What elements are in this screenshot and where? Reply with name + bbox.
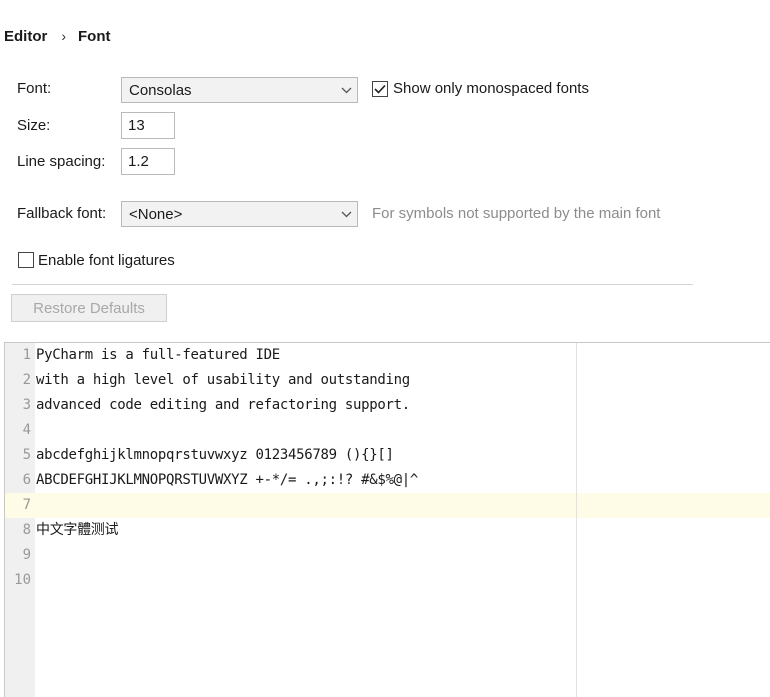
line-number: 8 bbox=[22, 522, 31, 538]
editor-line[interactable]: 3 advanced code editing and refactoring s… bbox=[5, 393, 770, 418]
monospaced-label[interactable]: Show only monospaced fonts bbox=[393, 80, 589, 97]
chevron-down-icon bbox=[335, 211, 357, 218]
line-spacing-input[interactable]: 1.2 bbox=[121, 148, 175, 175]
editor-line[interactable]: 1 PyCharm is a full-featured IDE bbox=[5, 343, 770, 368]
line-number: 4 bbox=[22, 422, 31, 438]
line-text: with a high level of usability and outst… bbox=[36, 372, 410, 388]
fallback-font-label: Fallback font: bbox=[17, 205, 107, 222]
right-margin-guide bbox=[576, 343, 577, 697]
line-spacing-label: Line spacing: bbox=[17, 153, 106, 170]
editor-line[interactable]: 7 bbox=[5, 493, 770, 518]
restore-defaults-button[interactable]: Restore Defaults bbox=[11, 294, 167, 322]
editor-line[interactable]: 9 bbox=[5, 543, 770, 568]
fallback-font-value: <None> bbox=[129, 205, 183, 223]
size-input[interactable]: 13 bbox=[121, 112, 175, 139]
editor-line[interactable]: 8 中文字體测试 bbox=[5, 518, 770, 543]
fallback-font-dropdown[interactable]: <None> bbox=[121, 201, 358, 227]
line-text: advanced code editing and refactoring su… bbox=[36, 397, 410, 413]
line-text: PyCharm is a full-featured IDE bbox=[36, 347, 280, 363]
font-settings-page: Editor › Font Font: Consolas Show only m… bbox=[0, 0, 770, 697]
font-label: Font: bbox=[17, 80, 52, 97]
editor-line[interactable]: 10 bbox=[5, 568, 770, 593]
chevron-down-icon bbox=[335, 87, 357, 94]
line-text: abcdefghijklmnopqrstuvwxyz 0123456789 ()… bbox=[36, 447, 394, 463]
line-number: 7 bbox=[22, 497, 31, 513]
fallback-font-hint: For symbols not supported by the main fo… bbox=[372, 205, 661, 222]
font-dropdown-value: Consolas bbox=[129, 81, 192, 99]
line-number: 5 bbox=[22, 447, 31, 463]
ligatures-checkbox[interactable] bbox=[18, 252, 34, 268]
line-number: 3 bbox=[22, 397, 31, 413]
divider bbox=[12, 284, 693, 285]
editor-line[interactable]: 6 ABCDEFGHIJKLMNOPQRSTUVWXYZ +-*/= .,;:!?… bbox=[5, 468, 770, 493]
line-number: 1 bbox=[22, 347, 31, 363]
editor-line[interactable]: 5 abcdefghijklmnopqrstuvwxyz 0123456789 (… bbox=[5, 443, 770, 468]
monospaced-checkbox[interactable] bbox=[372, 81, 388, 97]
editor-line[interactable]: 2 with a high level of usability and outs… bbox=[5, 368, 770, 393]
font-preview-editor[interactable]: 1 PyCharm is a full-featured IDE 2 with a h… bbox=[4, 342, 770, 697]
ligatures-label[interactable]: Enable font ligatures bbox=[38, 252, 175, 269]
line-number: 2 bbox=[22, 372, 31, 388]
editor-line[interactable]: 4 bbox=[5, 418, 770, 443]
breadcrumb-editor[interactable]: Editor bbox=[4, 28, 47, 45]
line-number: 10 bbox=[14, 572, 31, 588]
breadcrumb-font: Font bbox=[78, 27, 111, 45]
line-text: 中文字體测试 bbox=[36, 522, 119, 538]
line-number: 9 bbox=[22, 547, 31, 563]
size-label: Size: bbox=[17, 117, 51, 134]
breadcrumb-separator: › bbox=[61, 28, 67, 44]
line-text: ABCDEFGHIJKLMNOPQRSTUVWXYZ +-*/= .,;:!? … bbox=[36, 472, 419, 488]
font-dropdown[interactable]: Consolas bbox=[121, 77, 358, 103]
checkmark-icon bbox=[374, 84, 386, 94]
breadcrumb: Editor › Font bbox=[4, 26, 111, 46]
line-number: 6 bbox=[22, 472, 31, 488]
